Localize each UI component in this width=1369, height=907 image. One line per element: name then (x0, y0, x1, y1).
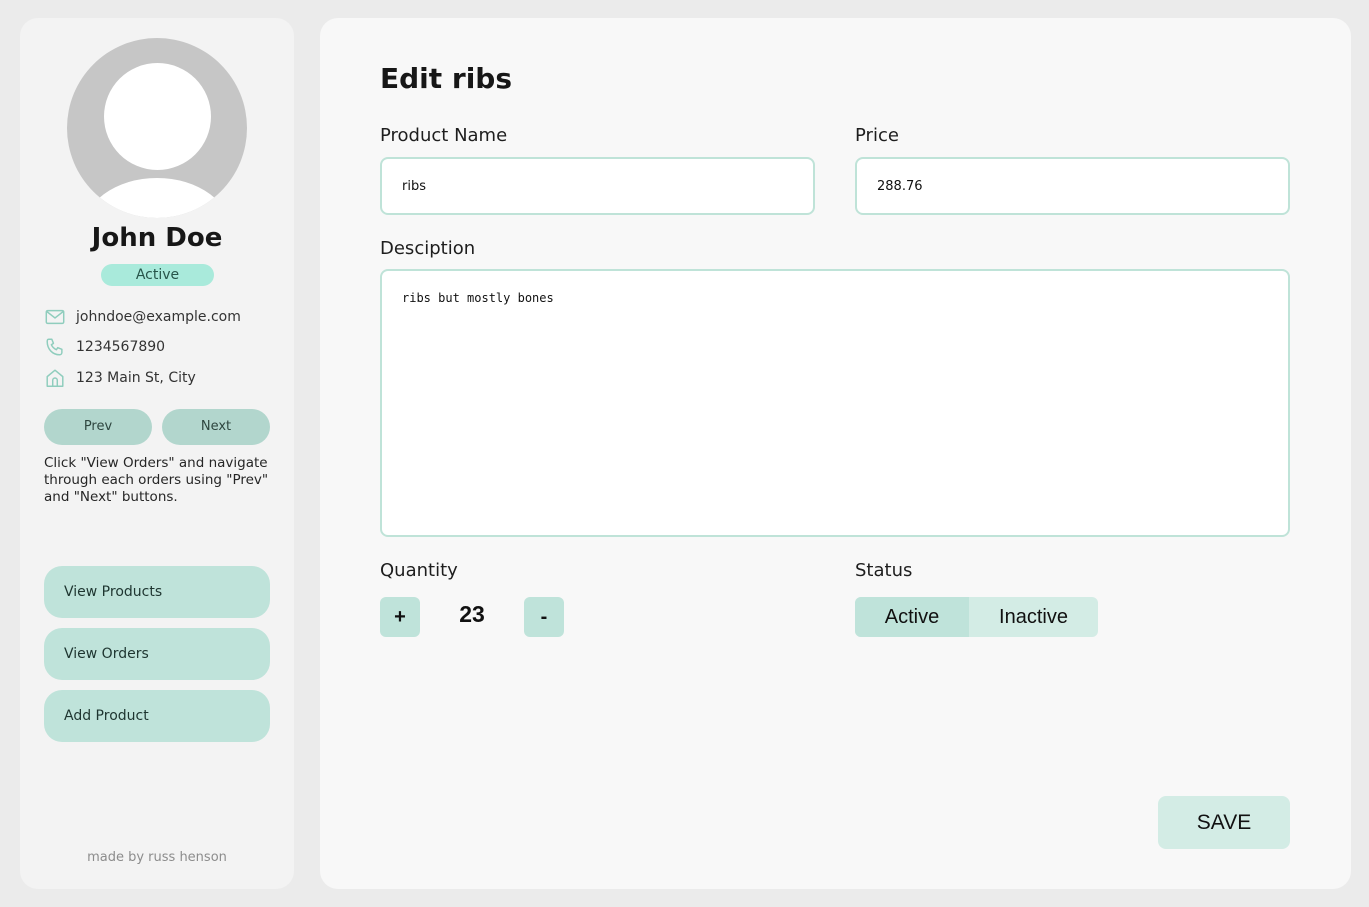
contact-email-row: johndoe@example.com (44, 305, 241, 329)
page-title: Edit ribs (380, 62, 513, 95)
user-status-badge: Active (101, 264, 214, 286)
product-name-label: Product Name (380, 125, 508, 146)
avatar (67, 38, 247, 218)
phone-icon (46, 338, 63, 356)
edit-product-panel: Edit ribs Product Name Price Desciption … (320, 18, 1351, 889)
avatar-body-shape (82, 178, 232, 218)
quantity-increment-button[interactable]: + (380, 597, 420, 637)
status-toggle: Active Inactive (855, 597, 1098, 637)
quantity-label: Quantity (380, 560, 458, 581)
status-option-active[interactable]: Active (855, 597, 969, 637)
price-label: Price (855, 125, 899, 146)
add-product-button[interactable]: Add Product (44, 690, 270, 742)
credit-text: made by russ henson (87, 850, 227, 865)
view-products-button[interactable]: View Products (44, 566, 270, 618)
quantity-value: 23 (459, 601, 485, 627)
user-name: John Doe (91, 223, 223, 253)
description-label: Desciption (380, 238, 476, 259)
status-option-inactive[interactable]: Inactive (969, 597, 1098, 637)
product-name-input[interactable] (380, 157, 815, 215)
status-label: Status (855, 560, 913, 581)
prev-button[interactable]: Prev (44, 409, 152, 445)
price-input[interactable] (855, 157, 1290, 215)
user-email: johndoe@example.com (76, 309, 241, 325)
user-phone: 1234567890 (76, 339, 166, 355)
view-orders-button[interactable]: View Orders (44, 628, 270, 680)
next-button[interactable]: Next (162, 409, 270, 445)
description-textarea[interactable]: ribs but mostly bones (380, 269, 1290, 537)
save-button[interactable]: SAVE (1158, 796, 1290, 849)
help-text: Click "View Orders" and navigate through… (44, 455, 269, 505)
contact-address-row: 123 Main St, City (44, 366, 196, 390)
contact-phone-row: 1234567890 (44, 335, 165, 359)
home-icon (46, 369, 64, 387)
user-address: 123 Main St, City (76, 370, 196, 386)
avatar-head-shape (104, 63, 211, 170)
sidebar: John Doe Active johndoe@example.com 1234… (20, 18, 294, 889)
quantity-decrement-button[interactable]: - (524, 597, 564, 637)
mail-icon (45, 309, 65, 325)
